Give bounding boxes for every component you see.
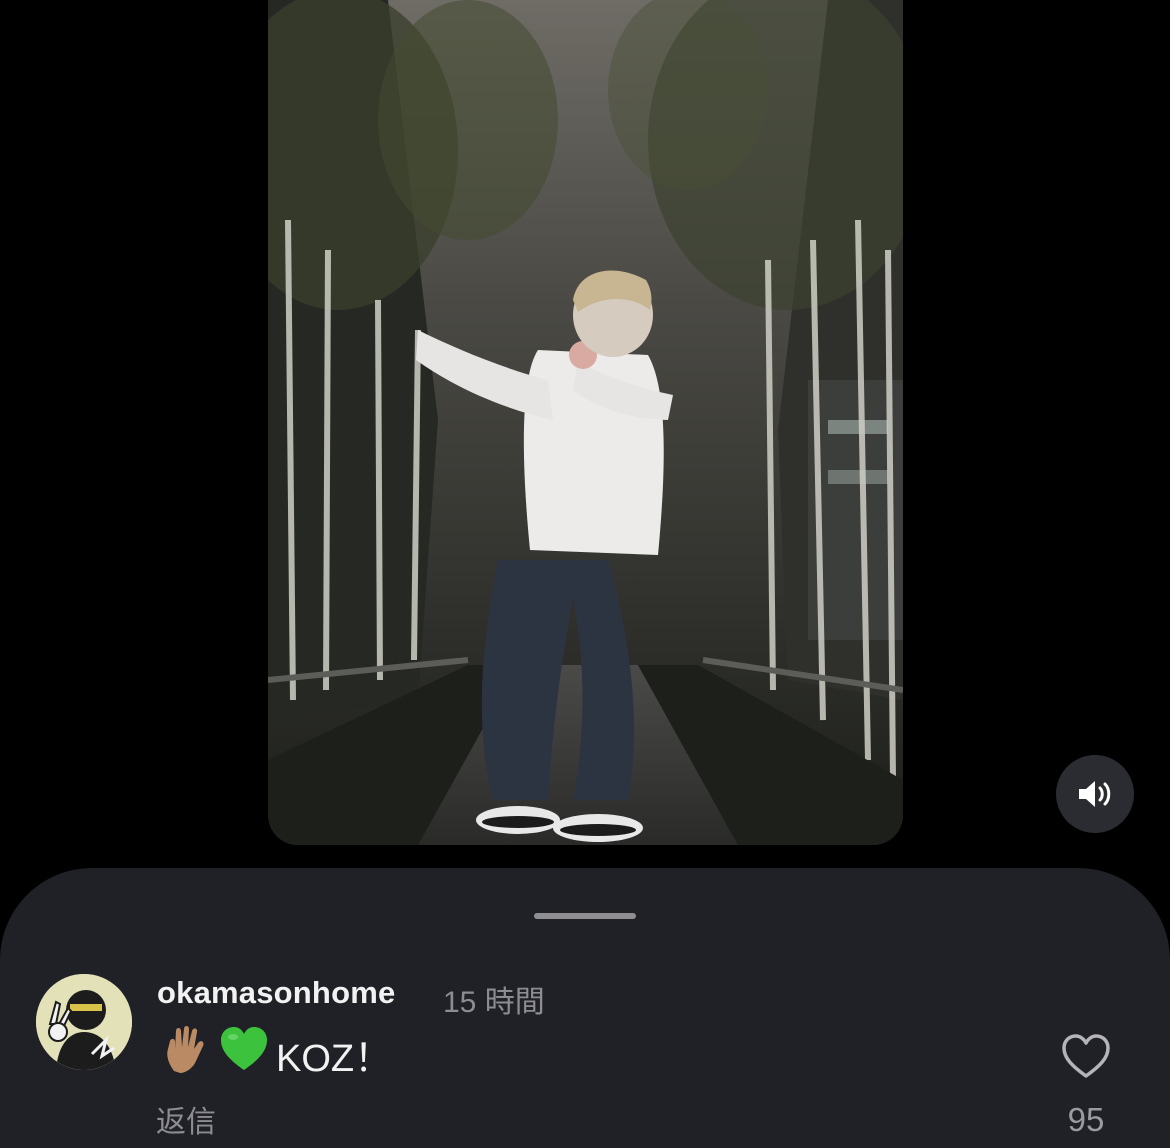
vulcan-salute-emoji [160, 1023, 212, 1085]
heart-outline-icon[interactable] [1060, 1032, 1112, 1080]
screen: okamasonhome 15 時間 KOZ！ 返信 95 [0, 0, 1170, 1148]
speaker-on-icon [1079, 781, 1111, 807]
video-player[interactable] [268, 0, 903, 845]
video-frame [268, 0, 903, 845]
avatar[interactable] [36, 974, 132, 1070]
sheet-grabber[interactable] [534, 913, 636, 919]
green-heart-emoji [218, 1023, 270, 1085]
like-count: 95 [1067, 1101, 1105, 1138]
ninja-avatar-icon [36, 974, 132, 1070]
reply-button[interactable]: 返信 [156, 1097, 216, 1141]
volume-button[interactable] [1056, 755, 1134, 833]
comment-text: KOZ！ [276, 1037, 393, 1080]
comment-username[interactable]: okamasonhome [157, 975, 395, 1011]
comment-timestamp: 15 時間 [443, 986, 545, 1019]
comment-body: KOZ！ [160, 1026, 393, 1080]
